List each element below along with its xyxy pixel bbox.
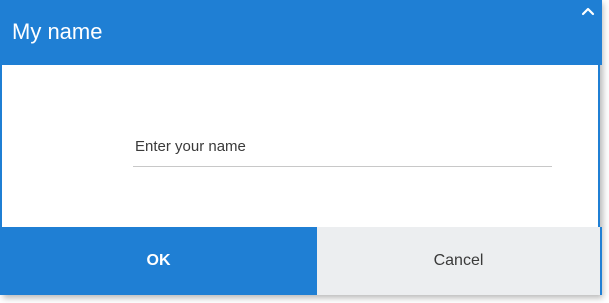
name-dialog: My name OK Cancel (0, 0, 602, 295)
chevron-up-icon[interactable] (580, 4, 596, 16)
dialog-header: My name (0, 0, 602, 65)
dialog-footer: OK Cancel (0, 227, 602, 295)
name-field-wrapper (133, 127, 552, 183)
cancel-button[interactable]: Cancel (317, 227, 602, 295)
dialog-title: My name (12, 19, 103, 44)
name-input[interactable] (133, 127, 552, 167)
ok-button[interactable]: OK (0, 227, 317, 295)
dialog-body (2, 65, 598, 227)
